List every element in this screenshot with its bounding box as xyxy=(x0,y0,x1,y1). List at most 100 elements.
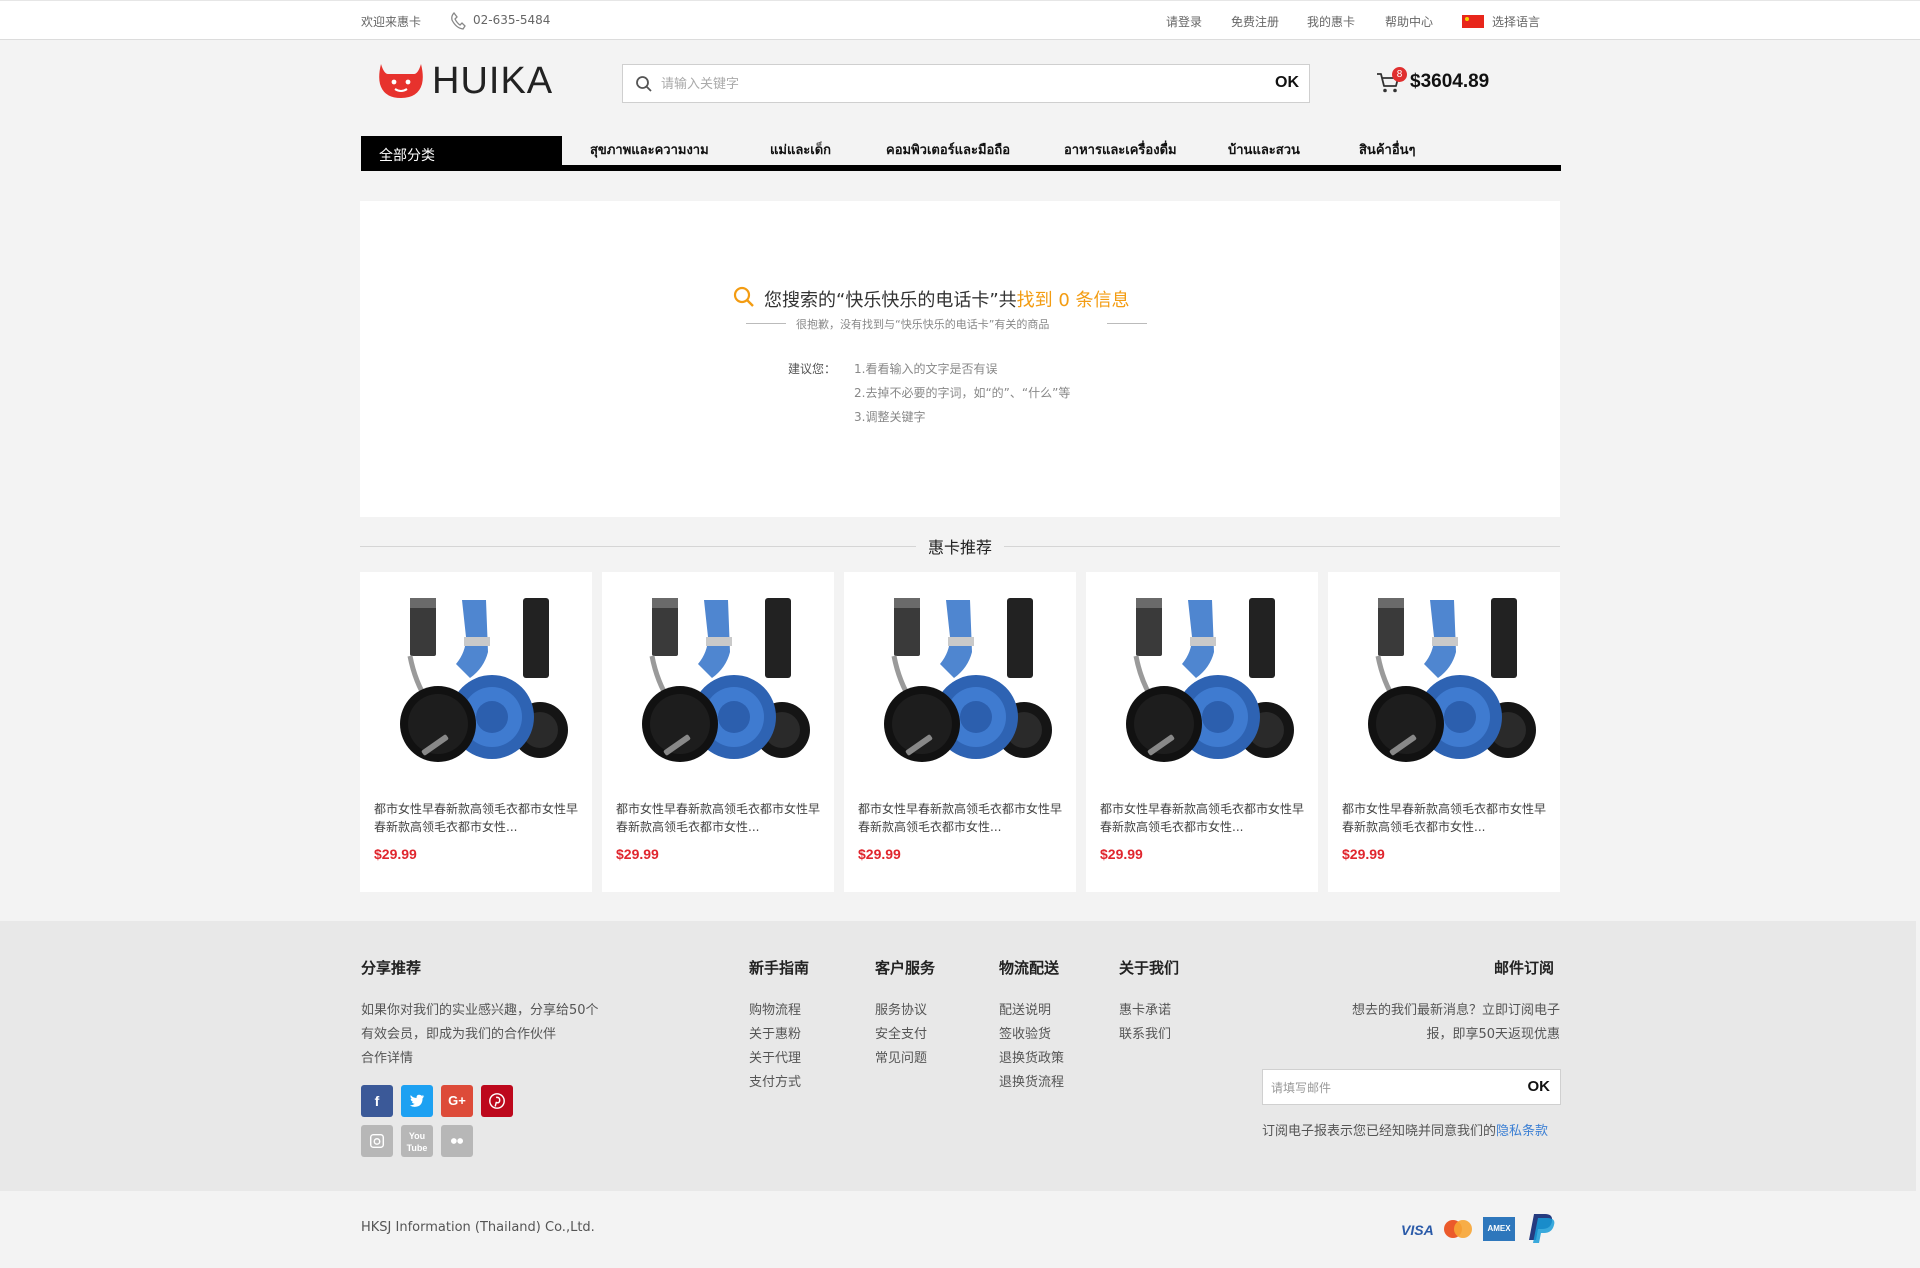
search-bar: OK xyxy=(622,64,1310,103)
suggest-tip: 3.调整关键字 xyxy=(854,410,926,424)
footer-link[interactable]: 惠卡承诺 xyxy=(1119,999,1171,1018)
nav-item-other[interactable]: สินค้าอื่นๆ xyxy=(1359,139,1416,160)
footer-link[interactable]: 安全支付 xyxy=(875,1023,927,1042)
help-center-link[interactable]: 帮助中心 xyxy=(1385,13,1433,30)
phone-number: 02-635-5484 xyxy=(473,13,551,27)
product-image[interactable] xyxy=(622,592,814,767)
copyright: HKSJ Information (Thailand) Co.,Ltd. xyxy=(361,1220,595,1235)
bottom-bar xyxy=(0,1191,1920,1268)
cart-total[interactable]: $3604.89 xyxy=(1410,71,1489,93)
product-price: $29.99 xyxy=(374,846,417,862)
share-text: 如果你对我们的实业感兴趣，分享给50个 xyxy=(361,1003,599,1018)
amex-icon: AMEX xyxy=(1483,1217,1515,1241)
footer-link[interactable]: 签收验货 xyxy=(999,1023,1051,1042)
product-price: $29.99 xyxy=(858,846,901,862)
product-image[interactable] xyxy=(1348,592,1540,767)
nav-item-health-beauty[interactable]: สุขภาพและความงาม xyxy=(590,139,709,160)
suggest-tip: 2.去掉不必要的字词，如“的”、“什么”等 xyxy=(854,386,1071,400)
footer-link[interactable]: 关于代理 xyxy=(749,1047,801,1066)
nav-item-home-garden[interactable]: บ้านและสวน xyxy=(1228,139,1300,160)
top-bar: 欢迎来惠卡 02-635-5484 请登录 免费注册 我的惠卡 帮助中心 选择语… xyxy=(0,0,1920,40)
footer-link[interactable]: 关于惠粉 xyxy=(749,1023,801,1042)
paypal-icon xyxy=(1529,1214,1555,1243)
email-input[interactable] xyxy=(1271,1078,1511,1098)
recommend-title: 惠卡推荐 xyxy=(916,534,1004,558)
product-card[interactable]: 都市女性早春新款高领毛衣都市女性早春新款高领毛衣都市女性... $29.99 xyxy=(602,572,834,892)
nav-item-mother-baby[interactable]: แม่และเด็ก xyxy=(770,139,831,160)
divider xyxy=(746,323,786,324)
footer-link[interactable]: 购物流程 xyxy=(749,999,801,1018)
privacy-link[interactable]: 隐私条款 xyxy=(1496,1124,1548,1139)
result-title-prefix: 您搜索的“快乐快乐的电话卡”共 xyxy=(764,290,1017,311)
footer-column-title: 物流配送 xyxy=(999,959,1060,977)
product-price: $29.99 xyxy=(616,846,659,862)
logo-text[interactable]: HUIKA xyxy=(432,60,553,103)
subscribe-text: 报，即享50天返现优惠 xyxy=(1426,1027,1560,1042)
product-name[interactable]: 都市女性早春新款高领毛衣都市女性早春新款高领毛衣都市女性... xyxy=(1342,800,1552,836)
search-icon xyxy=(636,76,652,92)
nav-item-food-drink[interactable]: อาหารและเครื่องดื่ม xyxy=(1064,139,1177,160)
footer-link[interactable]: 退换货流程 xyxy=(999,1071,1064,1090)
cart-count-badge: 8 xyxy=(1392,67,1407,82)
google-plus-icon[interactable]: G+ xyxy=(441,1085,473,1117)
welcome-text: 欢迎来惠卡 xyxy=(361,15,422,29)
footer-link[interactable]: 服务协议 xyxy=(875,999,927,1018)
footer-link[interactable]: 常见问题 xyxy=(875,1047,927,1066)
search-result-subtitle: 很抱歉，没有找到与“快乐快乐的电话卡”有关的商品 xyxy=(796,318,1050,331)
footer-link[interactable]: 配送说明 xyxy=(999,999,1051,1018)
footer xyxy=(0,921,1916,1191)
phone-icon xyxy=(451,12,466,30)
huika-logo-icon[interactable] xyxy=(378,62,424,100)
all-categories-button[interactable]: 全部分类 xyxy=(361,136,562,170)
subscribe-button[interactable]: OK xyxy=(1528,1078,1551,1095)
pinterest-icon[interactable] xyxy=(481,1085,513,1117)
product-image[interactable] xyxy=(1106,592,1298,767)
divider xyxy=(1107,323,1147,324)
search-result-title: 您搜索的“快乐快乐的电话卡”共找到 0 条信息 xyxy=(764,286,1130,312)
product-card[interactable]: 都市女性早春新款高领毛衣都市女性早春新款高领毛衣都市女性... $29.99 xyxy=(1086,572,1318,892)
footer-link[interactable]: 联系我们 xyxy=(1119,1023,1171,1042)
product-name[interactable]: 都市女性早春新款高领毛衣都市女性早春新款高领毛衣都市女性... xyxy=(1100,800,1310,836)
twitter-icon[interactable] xyxy=(401,1085,433,1117)
subscribe-text: 想去的我们最新消息？立即订阅电子 xyxy=(1351,1003,1560,1018)
share-title: 分享推荐 xyxy=(361,959,422,977)
footer-column-title: 客户服务 xyxy=(875,959,936,977)
footer-link[interactable]: 退换货政策 xyxy=(999,1047,1064,1066)
product-name[interactable]: 都市女性早春新款高领毛衣都市女性早春新款高领毛衣都市女性... xyxy=(858,800,1068,836)
nav-item-computers-mobile[interactable]: คอมพิวเตอร์และมือถือ xyxy=(886,139,1010,160)
product-card[interactable]: 都市女性早春新款高领毛衣都市女性早春新款高领毛衣都市女性... $29.99 xyxy=(360,572,592,892)
product-name[interactable]: 都市女性早春新款高领毛衣都市女性早春新款高领毛衣都市女性... xyxy=(616,800,826,836)
subscribe-title: 邮件订阅 xyxy=(1494,959,1555,977)
agree-text: 订阅电子报表示您已经知晓并同意我们的 xyxy=(1262,1124,1497,1139)
product-image[interactable] xyxy=(380,592,572,767)
search-button[interactable]: OK xyxy=(1275,74,1299,92)
china-flag-icon[interactable] xyxy=(1462,15,1484,28)
mastercard-icon xyxy=(1444,1220,1472,1238)
product-price: $29.99 xyxy=(1100,846,1143,862)
product-card[interactable]: 都市女性早春新款高领毛衣都市女性早春新款高领毛衣都市女性... $29.99 xyxy=(1328,572,1560,892)
email-subscribe-box: OK xyxy=(1262,1069,1561,1105)
flickr-icon[interactable] xyxy=(441,1125,473,1157)
login-link[interactable]: 请登录 xyxy=(1166,13,1202,30)
visa-icon: VISA xyxy=(1401,1222,1434,1238)
register-link[interactable]: 免费注册 xyxy=(1231,13,1279,30)
youtube-icon[interactable]: You Tube xyxy=(401,1125,433,1157)
product-name[interactable]: 都市女性早春新款高领毛衣都市女性早春新款高领毛衣都市女性... xyxy=(374,800,584,836)
footer-column-title: 关于我们 xyxy=(1119,959,1180,977)
footer-link[interactable]: 支付方式 xyxy=(749,1071,801,1090)
footer-column-title: 新手指南 xyxy=(749,959,810,977)
my-account-link[interactable]: 我的惠卡 xyxy=(1307,13,1355,30)
language-select[interactable]: 选择语言 xyxy=(1492,13,1540,30)
search-result-panel xyxy=(360,201,1560,517)
partner-details-link[interactable]: 合作详情 xyxy=(361,1047,413,1066)
facebook-icon[interactable]: f xyxy=(361,1085,393,1117)
suggest-tip: 1.看看输入的文字是否有误 xyxy=(854,362,998,376)
result-count: 找到 0 条信息 xyxy=(1016,290,1130,311)
suggest-label: 建议您： xyxy=(788,362,837,376)
share-text: 有效会员，即成为我们的合作伙伴 xyxy=(361,1027,557,1042)
instagram-icon[interactable] xyxy=(361,1125,393,1157)
product-card[interactable]: 都市女性早春新款高领毛衣都市女性早春新款高领毛衣都市女性... $29.99 xyxy=(844,572,1076,892)
search-input[interactable] xyxy=(661,73,1241,95)
product-image[interactable] xyxy=(864,592,1056,767)
product-price: $29.99 xyxy=(1342,846,1385,862)
